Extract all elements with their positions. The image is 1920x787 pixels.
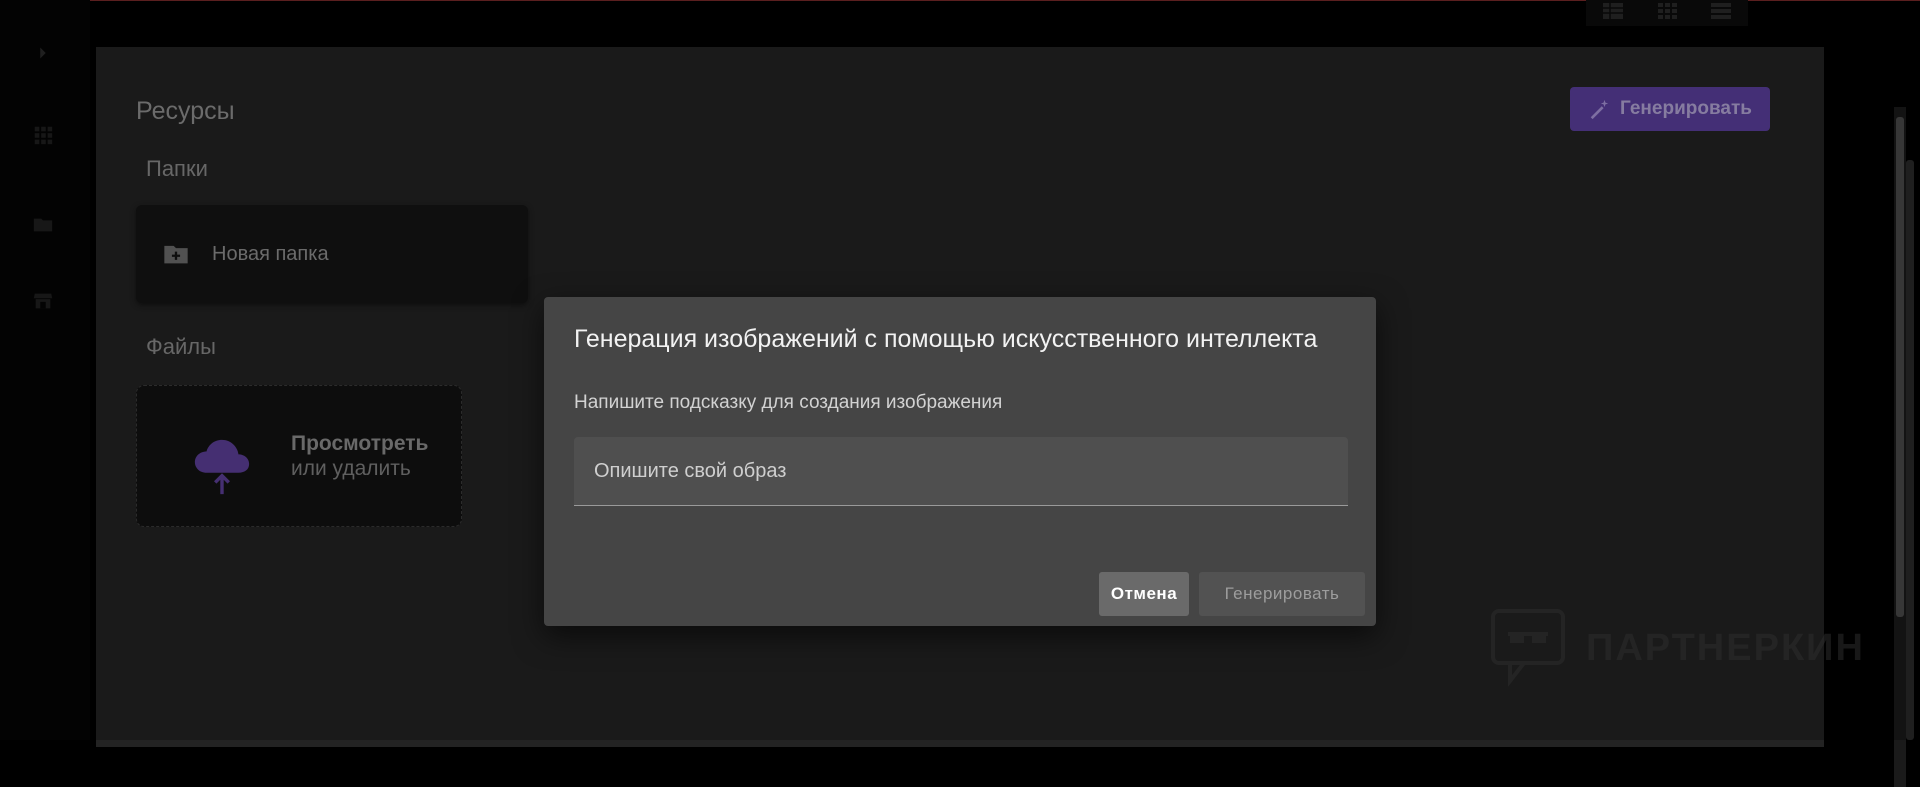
dialog-title: Генерация изображений с помощью искусств…	[574, 325, 1318, 353]
cancel-button[interactable]: Отмена	[1099, 572, 1189, 616]
prompt-input[interactable]	[574, 437, 1348, 505]
dialog-subtitle: Напишите подсказку для создания изображе…	[574, 392, 1003, 413]
generate-button[interactable]: Генерировать	[1199, 572, 1365, 616]
ai-image-generation-dialog: Генерация изображений с помощью искусств…	[544, 297, 1376, 626]
prompt-field[interactable]	[574, 437, 1348, 506]
